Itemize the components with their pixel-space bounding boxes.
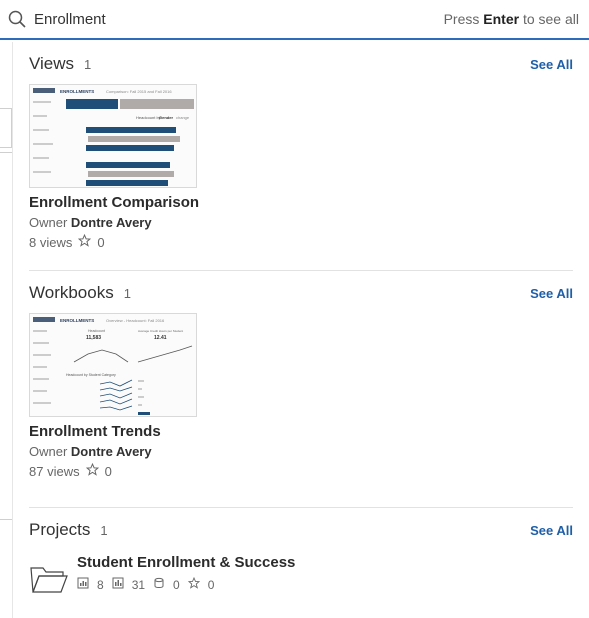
thumb-section: Headcount by Student Category [66, 373, 116, 377]
star-icon[interactable] [187, 576, 200, 592]
view-thumbnail[interactable]: ENROLLMENTS Comparison: Fall 2015 and Fa… [29, 84, 197, 188]
owner-name[interactable]: Dontre Avery [71, 215, 152, 230]
folder-icon [29, 562, 69, 596]
project-stats: 8 31 0 0 [77, 576, 295, 592]
thumb-kpi2-value: 12.41 [154, 335, 167, 341]
star-icon[interactable] [78, 233, 92, 250]
section-title: Workbooks [29, 283, 114, 302]
owner-label: Owner [29, 444, 68, 459]
datasource-count: 0 [173, 577, 180, 592]
view-icon [112, 577, 124, 592]
thumb-header: ENROLLMENTS [60, 318, 94, 323]
workbooks-see-all-link[interactable]: See All [530, 286, 573, 301]
section-title: Projects [29, 520, 91, 539]
thumb-subtitle: Overview - Headcount: Fall 2016 [106, 318, 165, 323]
workbook-thumbnail[interactable]: ENROLLMENTS Overview - Headcount: Fall 2… [29, 313, 197, 417]
search-input[interactable] [34, 10, 334, 28]
workbook-icon [77, 577, 89, 592]
thumb-caption-a: Headcount by [136, 115, 161, 120]
logo [33, 88, 55, 93]
owner-name[interactable]: Dontre Avery [71, 444, 152, 459]
hint-key: Enter [483, 11, 520, 27]
workbook-owner: Owner Dontre Avery [29, 444, 573, 459]
thumb-kpi1-value: 11,583 [86, 335, 101, 341]
search-results-panel: Views 1 See All ENROLLMENTS Comparison: … [12, 42, 589, 618]
favorite-count: 0 [104, 463, 112, 479]
project-title[interactable]: Student Enrollment & Success [77, 554, 295, 571]
logo [33, 317, 55, 322]
views-see-all-link[interactable]: See All [530, 57, 573, 72]
thumb-subtitle: Comparison: Fall 2015 and Fall 2016 [106, 89, 172, 94]
thumb-kpi1-label: Headcount [88, 329, 105, 333]
views-section: Views 1 See All ENROLLMENTS Comparison: … [13, 42, 589, 270]
thumb-caption-b: Gender [159, 115, 173, 120]
workbook-count: 8 [97, 577, 104, 592]
section-count: 1 [100, 523, 108, 538]
datasource-icon [153, 577, 165, 592]
view-count: 8 views [29, 234, 73, 250]
view-count: 87 views [29, 463, 80, 479]
workbooks-section: Workbooks 1 See All ENROLLMENTS Overview… [13, 271, 589, 507]
view-count: 31 [131, 577, 146, 592]
workbook-title[interactable]: Enrollment Trends [29, 423, 573, 440]
search-hint: Press Enter to see all [444, 11, 579, 27]
hint-suffix: to see all [522, 11, 579, 27]
section-title: Views [29, 54, 75, 73]
thumb-kpi2-label: Average Credit Hours per Student [138, 329, 183, 333]
projects-see-all-link[interactable]: See All [530, 523, 573, 538]
favorite-count: 0 [97, 234, 105, 250]
search-bar: Press Enter to see all [0, 0, 589, 40]
background-panel-fragment [0, 108, 12, 148]
view-title[interactable]: Enrollment Comparison [29, 194, 573, 211]
star-icon[interactable] [85, 462, 99, 479]
section-count: 1 [123, 286, 131, 301]
workbook-stats: 87 views 0 [29, 462, 573, 479]
view-owner: Owner Dontre Avery [29, 215, 573, 230]
section-count: 1 [84, 57, 92, 72]
favorite-count: 0 [207, 577, 215, 592]
thumb-header: ENROLLMENTS [60, 89, 94, 94]
view-stats: 8 views 0 [29, 233, 573, 250]
hint-prefix: Press [443, 11, 480, 27]
projects-section: Projects 1 See All Student Enrollment & … [13, 508, 589, 596]
thumb-caption-c: change [176, 115, 190, 120]
owner-label: Owner [29, 215, 68, 230]
search-icon [6, 8, 28, 30]
project-item[interactable]: Student Enrollment & Success 8 31 0 0 [29, 554, 573, 596]
